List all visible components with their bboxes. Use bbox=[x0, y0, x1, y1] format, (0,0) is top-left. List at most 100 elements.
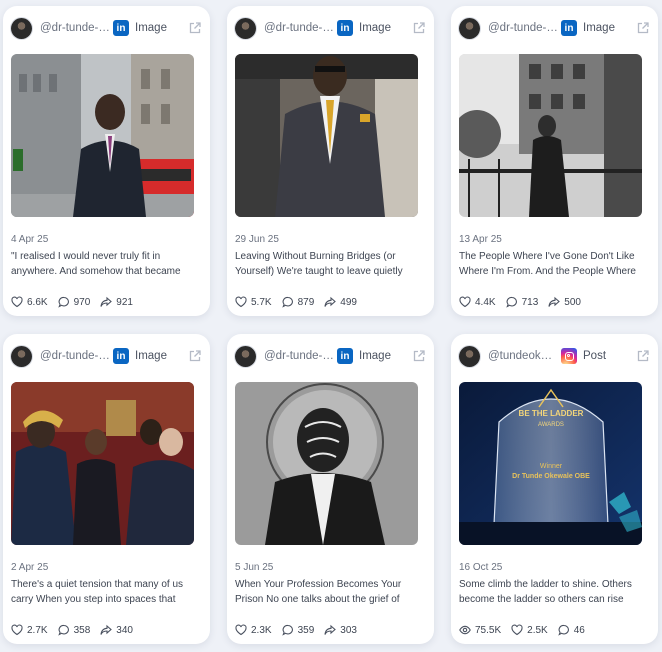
post-type-label: Post bbox=[583, 350, 607, 362]
heart-icon bbox=[235, 296, 247, 308]
author-handle[interactable]: @tundeokewale bbox=[488, 350, 558, 362]
post-excerpt: The People Where I've Gone Don't Like Wh… bbox=[459, 251, 636, 277]
likes-count: 4.4K bbox=[475, 296, 496, 308]
award-title: BE THE LADDER bbox=[519, 409, 584, 418]
likes-count: 2.5K bbox=[527, 624, 548, 636]
engagement-stats: 5.7K 879 499 bbox=[235, 296, 426, 308]
post-type-label: Image bbox=[359, 22, 391, 34]
linkedin-icon: in bbox=[561, 20, 577, 36]
shares-count: 303 bbox=[340, 624, 357, 636]
comments-stat: 359 bbox=[281, 624, 315, 636]
engagement-stats: 75.5K 2.5K 46 bbox=[459, 624, 650, 636]
heart-icon bbox=[11, 624, 23, 636]
post-image[interactable] bbox=[235, 382, 418, 545]
post-card[interactable]: @dr-tunde-okewale-obe in Image 4 Apr 25 bbox=[3, 6, 210, 316]
post-date: 13 Apr 25 bbox=[459, 234, 502, 245]
comments-count: 359 bbox=[297, 624, 315, 636]
shares-stat: 500 bbox=[548, 296, 581, 308]
engagement-stats: 2.3K 359 303 bbox=[235, 624, 426, 636]
views-stat: 75.5K bbox=[459, 624, 501, 636]
likes-stat: 6.6K bbox=[11, 296, 48, 308]
comments-stat: 358 bbox=[57, 624, 91, 636]
post-image[interactable] bbox=[11, 382, 194, 545]
external-link-icon[interactable] bbox=[188, 349, 202, 363]
avatar bbox=[459, 17, 480, 39]
share-icon bbox=[548, 296, 561, 307]
linkedin-icon: in bbox=[113, 20, 129, 36]
post-excerpt: "I realised I would never truly fit in a… bbox=[11, 251, 181, 277]
post-card[interactable]: @tundeokewale Post BE THE LADDER AWAR bbox=[451, 334, 658, 644]
avatar bbox=[11, 345, 32, 367]
card-header: @dr-tunde-okewale-obe in Image bbox=[235, 17, 426, 39]
comments-count: 879 bbox=[297, 296, 315, 308]
shares-count: 921 bbox=[116, 296, 133, 308]
card-header: @tundeokewale Post bbox=[459, 345, 650, 367]
comments-count: 358 bbox=[73, 624, 91, 636]
external-link-icon[interactable] bbox=[188, 21, 202, 35]
eye-icon bbox=[459, 625, 471, 635]
share-icon bbox=[100, 296, 113, 307]
post-excerpt: When Your Profession Becomes Your Prison… bbox=[235, 579, 402, 605]
post-card[interactable]: @dr-tunde-okewale-obe in Image 5 Jun 25 … bbox=[227, 334, 434, 644]
post-type-label: Image bbox=[583, 22, 615, 34]
engagement-stats: 2.7K 358 340 bbox=[11, 624, 202, 636]
comments-stat: 879 bbox=[281, 296, 315, 308]
comments-stat: 713 bbox=[505, 296, 538, 308]
award-recipient: Dr Tunde Okewale OBE bbox=[512, 473, 590, 480]
shares-stat: 303 bbox=[324, 624, 357, 636]
award-winner-label: Winner bbox=[540, 463, 563, 470]
comments-count: 970 bbox=[73, 296, 91, 308]
post-image[interactable] bbox=[235, 54, 418, 217]
comment-icon bbox=[57, 296, 69, 308]
post-excerpt: There's a quiet tension that many of us … bbox=[11, 579, 184, 605]
share-icon bbox=[324, 624, 337, 635]
external-link-icon[interactable] bbox=[412, 21, 426, 35]
comment-icon bbox=[281, 296, 293, 308]
comments-stat: 970 bbox=[57, 296, 91, 308]
instagram-icon bbox=[561, 348, 577, 364]
card-header: @dr-tunde-okewale-obe in Image bbox=[11, 345, 202, 367]
engagement-stats: 4.4K 713 500 bbox=[459, 296, 650, 308]
author-handle[interactable]: @dr-tunde-okewale-obe bbox=[264, 22, 334, 34]
card-header: @dr-tunde-okewale-obe in Image bbox=[459, 17, 650, 39]
post-image[interactable] bbox=[459, 54, 642, 217]
post-date: 16 Oct 25 bbox=[459, 562, 503, 573]
post-type-label: Image bbox=[359, 350, 391, 362]
shares-count: 500 bbox=[564, 296, 581, 308]
likes-count: 6.6K bbox=[27, 296, 48, 308]
author-handle[interactable]: @dr-tunde-okewale-obe bbox=[488, 22, 558, 34]
post-excerpt: Some climb the ladder to shine. Others b… bbox=[459, 579, 632, 605]
likes-count: 2.7K bbox=[27, 624, 48, 636]
external-link-icon[interactable] bbox=[412, 349, 426, 363]
external-link-icon[interactable] bbox=[636, 21, 650, 35]
heart-icon bbox=[511, 624, 523, 636]
comment-icon bbox=[505, 296, 517, 308]
author-handle[interactable]: @dr-tunde-okewale-obe bbox=[40, 22, 110, 34]
post-card[interactable]: @dr-tunde-okewale-obe in Image 29 Jun 25… bbox=[227, 6, 434, 316]
views-count: 75.5K bbox=[475, 624, 502, 636]
post-image[interactable] bbox=[11, 54, 194, 217]
shares-stat: 921 bbox=[100, 296, 133, 308]
likes-stat: 2.5K bbox=[511, 624, 548, 636]
author-handle[interactable]: @dr-tunde-okewale-obe bbox=[40, 350, 110, 362]
post-date: 29 Jun 25 bbox=[235, 234, 279, 245]
shares-count: 499 bbox=[340, 296, 357, 308]
external-link-icon[interactable] bbox=[636, 349, 650, 363]
post-date: 5 Jun 25 bbox=[235, 562, 274, 573]
comments-count: 46 bbox=[573, 624, 585, 636]
post-card[interactable]: @dr-tunde-okewale-obe in Image 13 Apr 25… bbox=[451, 6, 658, 316]
avatar bbox=[11, 17, 32, 39]
post-card[interactable]: @dr-tunde-okewale-obe in Image 2 Apr 25 … bbox=[3, 334, 210, 644]
likes-stat: 2.3K bbox=[235, 624, 272, 636]
author-handle[interactable]: @dr-tunde-okewale-obe bbox=[264, 350, 334, 362]
likes-count: 5.7K bbox=[251, 296, 272, 308]
post-image[interactable]: BE THE LADDER AWARDS Winner Dr Tunde Oke… bbox=[459, 382, 642, 545]
award-subtitle: AWARDS bbox=[538, 422, 564, 428]
linkedin-icon: in bbox=[113, 348, 129, 364]
card-header: @dr-tunde-okewale-obe in Image bbox=[11, 17, 202, 39]
heart-icon bbox=[235, 624, 247, 636]
comment-icon bbox=[558, 624, 569, 636]
comment-icon bbox=[57, 624, 69, 636]
share-icon bbox=[100, 624, 113, 635]
comments-stat: 46 bbox=[558, 624, 585, 636]
